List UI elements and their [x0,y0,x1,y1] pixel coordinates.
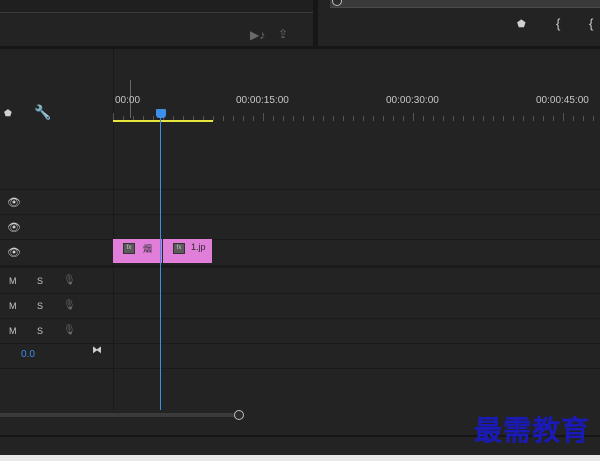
insert-icon[interactable]: ▶♪ [250,28,265,42]
mute-button[interactable]: M [9,301,17,311]
playhead-handle[interactable] [156,109,166,118]
ruler-tick [323,116,324,121]
ruler-tick [463,116,464,121]
ruler-tick [433,116,434,121]
track-divider [0,214,600,215]
ruler-tick [423,116,424,121]
eye-icon[interactable]: 👁 [7,246,21,259]
ruler-tick [243,116,244,121]
ruler-tick [233,116,234,121]
work-area-bar[interactable] [113,120,213,122]
ruler-tick [283,116,284,121]
ruler-tick [383,116,384,121]
video-clip[interactable]: fx 烟 [113,239,162,263]
ruler-tick [453,116,454,121]
solo-button[interactable]: S [37,326,43,336]
ruler-tick [533,116,534,121]
mark-in-icon[interactable]: { [556,16,560,31]
mute-button[interactable]: M [9,276,17,286]
video-clip[interactable]: fx 1.jp [163,239,212,263]
window-bottom-edge [0,455,600,461]
clip-label: 1.jp [191,242,206,252]
eye-icon[interactable]: 👁 [7,196,21,209]
ruler-tick [553,116,554,121]
track-divider [0,189,600,190]
ruler-tick [583,116,584,121]
ruler-tick [303,116,304,121]
ruler-tick [293,116,294,121]
ruler-tick [263,113,264,121]
ruler-tick [333,116,334,121]
track-divider [0,368,600,369]
ruler-tick [483,116,484,121]
export-icon[interactable]: ⇪ [278,27,288,41]
ruler-tick [353,116,354,121]
ruler-tick [503,116,504,121]
master-volume-value[interactable]: 0.0 [21,349,35,360]
ruler-tick [513,116,514,121]
microphone-icon[interactable]: 🎙 [63,325,76,336]
video-audio-divider [0,265,600,268]
ruler-tick [563,113,564,121]
ruler-tick [593,116,594,121]
track-divider [0,293,600,294]
track-divider [0,343,600,344]
ruler-tick [403,116,404,121]
wrench-icon[interactable]: 🔧 [34,104,51,121]
track-divider [0,318,600,319]
ruler-tick [523,116,524,121]
timecode-label: 00:00:30:00 [386,95,439,106]
ruler-tick [253,116,254,121]
fx-badge: fx [173,243,185,254]
ruler-tick [393,116,394,121]
mute-button[interactable]: M [9,326,17,336]
bowtie-icon[interactable]: ⧓ [92,345,102,356]
ruler-tick [223,116,224,121]
ruler-tick [443,116,444,121]
program-scrub-bar[interactable] [330,0,600,8]
scrollbar-knob[interactable] [234,410,244,420]
clip-label: 烟 [143,244,153,254]
timecode-label: 00:00 [115,95,141,106]
ruler-tick [373,116,374,121]
eye-icon[interactable]: 👁 [7,221,21,234]
ruler-tick [363,116,364,121]
marker-icon[interactable]: ⬟ [517,19,526,30]
mark-out-icon[interactable]: { [589,16,593,31]
add-marker-icon[interactable]: ⬟ [4,108,12,119]
ruler-tick [213,116,214,121]
track-divider [0,239,600,240]
ruler-tick [543,116,544,121]
ruler-tick [343,116,344,121]
watermark-text: 最需教育 [474,414,591,447]
ruler-tick [413,113,414,121]
scrollbar-track[interactable] [0,413,240,417]
timecode-label: 00:00:45:00 [536,95,589,106]
ruler-tick [273,116,274,121]
source-monitor-bottom-bar [0,0,313,13]
solo-button[interactable]: S [37,301,43,311]
solo-button[interactable]: S [37,276,43,286]
fx-badge: fx [123,243,135,254]
ruler-tick [473,116,474,121]
microphone-icon[interactable]: 🎙 [63,300,76,311]
timecode-label: 00:00:15:00 [236,95,289,106]
microphone-icon[interactable]: 🎙 [63,275,76,286]
ruler-tick [573,116,574,121]
ruler-tick [493,116,494,121]
ruler-tick [313,116,314,121]
playhead-line[interactable] [160,113,161,410]
